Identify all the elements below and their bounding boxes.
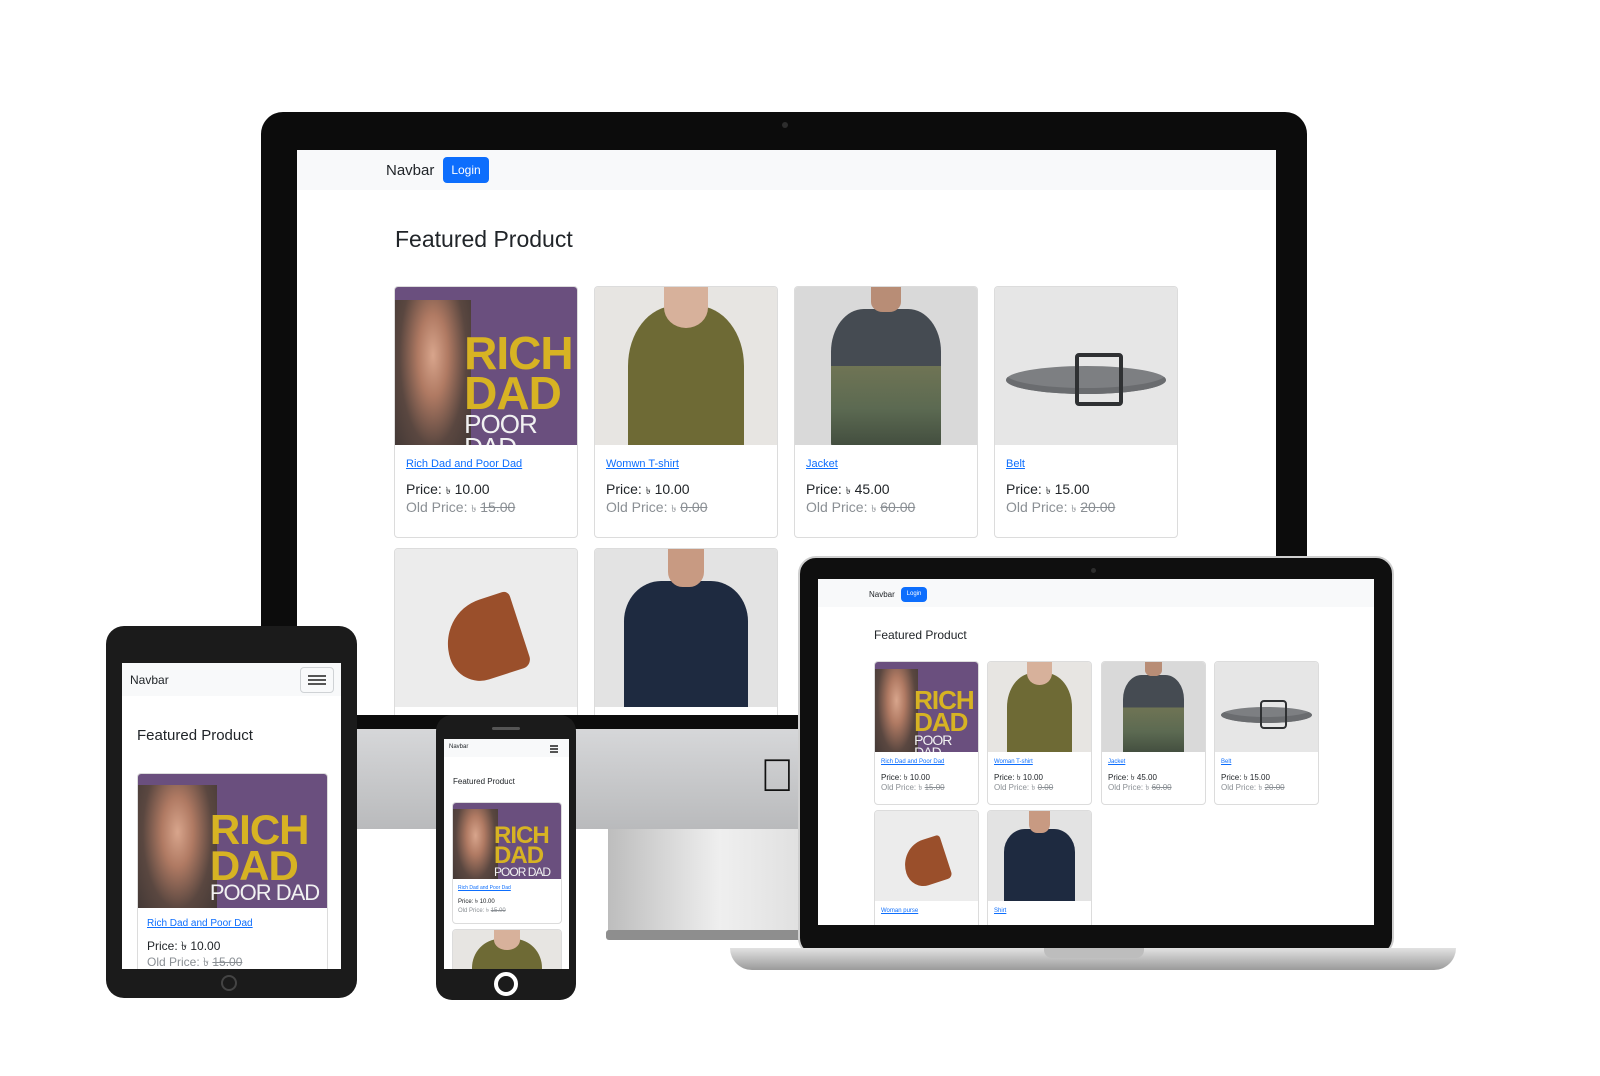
menu-toggle-icon[interactable] <box>300 667 334 693</box>
navbar-brand[interactable]: Navbar <box>386 162 434 179</box>
menu-toggle-icon[interactable] <box>547 743 561 753</box>
product-old-price: Old Price: ৳ 0.00 <box>606 499 708 515</box>
product-old-price: Old Price: ৳ 15.00 <box>881 783 945 792</box>
navbar: Navbar Login <box>818 579 1374 607</box>
product-title-link[interactable]: Shirt <box>994 908 1006 914</box>
product-image[interactable] <box>595 549 777 707</box>
page-title: Featured Product <box>874 628 967 642</box>
apple-logo-icon:  <box>760 748 795 802</box>
page-title: Featured Product <box>453 777 515 786</box>
product-card <box>394 548 578 715</box>
navbar-brand[interactable]: Navbar <box>449 744 468 750</box>
login-button[interactable]: Login <box>443 157 489 183</box>
product-old-price: Old Price: ৳ 60.00 <box>806 499 916 515</box>
product-image[interactable] <box>595 287 777 445</box>
product-title-link[interactable]: Woman purse <box>881 908 918 914</box>
tablet-home-button[interactable] <box>221 975 237 991</box>
product-title-link[interactable]: Belt <box>1221 759 1231 765</box>
product-old-price: Old Price: ৳ 20.00 <box>1006 499 1116 515</box>
phone-home-button[interactable] <box>494 972 518 996</box>
product-title-link[interactable]: Rich Dad and Poor Dad <box>406 458 522 470</box>
product-title-link[interactable]: Jacket <box>806 458 838 470</box>
product-image[interactable]: RICH DAD POOR DAD <box>875 662 978 752</box>
product-title-link[interactable]: Belt <box>1006 458 1025 470</box>
product-title-link[interactable]: Rich Dad and Poor Dad <box>881 759 944 765</box>
product-card <box>594 548 778 715</box>
navbar: Navbar <box>444 739 569 757</box>
product-image[interactable]: RICH DAD POOR DAD <box>453 803 561 879</box>
product-card: Jacket Price: ৳ 45.00 Old Price: ৳ 60.00 <box>794 286 978 538</box>
product-image[interactable] <box>795 287 977 445</box>
product-price: Price: ৳ 10.00 <box>406 481 490 497</box>
imac-camera-icon <box>782 122 788 128</box>
product-title-link[interactable]: Rich Dad and Poor Dad <box>458 885 511 891</box>
product-image[interactable] <box>453 930 561 969</box>
product-image[interactable] <box>988 662 1091 752</box>
product-title-link[interactable]: Womwn T-shirt <box>606 458 679 470</box>
login-button[interactable]: Login <box>901 587 927 602</box>
product-old-price: Old Price: ৳ 15.00 <box>458 908 506 914</box>
product-price: Price: ৳ 10.00 <box>606 481 690 497</box>
product-card: Womwn T-shirt Price: ৳ 10.00 Old Price: … <box>594 286 778 538</box>
page-title: Featured Product <box>395 226 573 252</box>
product-old-price: Old Price: ৳ 0.00 <box>994 783 1054 792</box>
product-card: Woman T-shirt Price: ৳ 10.00 Old Price: … <box>987 661 1092 805</box>
book-cover-title: RICHDAD POOR DAD <box>464 327 573 445</box>
product-image[interactable] <box>988 811 1091 901</box>
product-card: RICH DAD POOR DAD Rich Dad and Poor Dad Pr… <box>452 802 562 924</box>
product-image[interactable] <box>395 549 577 707</box>
product-price: Price: ৳ 45.00 <box>806 481 890 497</box>
product-card: RICH DAD POOR DAD Rich Dad and Poor Dad Pr… <box>137 773 328 969</box>
page-title: Featured Product <box>137 727 253 744</box>
product-card <box>452 929 562 969</box>
product-old-price: Old Price: ৳ 15.00 <box>147 955 243 969</box>
product-old-price: Old Price: ৳ 15.00 <box>406 499 516 515</box>
product-card: Shirt <box>987 810 1092 925</box>
product-image[interactable]: RICHDAD POOR DAD <box>395 287 577 445</box>
product-card: Belt Price: ৳ 15.00 Old Price: ৳ 20.00 <box>1214 661 1319 805</box>
navbar: Navbar Login <box>297 150 1276 190</box>
product-card: Jacket Price: ৳ 45.00 Old Price: ৳ 60.00 <box>1101 661 1206 805</box>
product-card: Woman purse <box>874 810 979 925</box>
laptop-screen: Navbar Login Featured Product RICH DAD POO… <box>818 579 1374 925</box>
product-old-price: Old Price: ৳ 20.00 <box>1221 783 1285 792</box>
navbar-brand[interactable]: Navbar <box>130 673 169 687</box>
product-card: RICHDAD POOR DAD Rich Dad and Poor Dad P… <box>394 286 578 538</box>
product-price: Price: ৳ 15.00 <box>1006 481 1090 497</box>
product-image[interactable] <box>875 811 978 901</box>
product-card: Belt Price: ৳ 15.00 Old Price: ৳ 20.00 <box>994 286 1178 538</box>
product-title-link[interactable]: Rich Dad and Poor Dad <box>147 918 253 929</box>
navbar: Navbar <box>122 663 341 696</box>
phone-screen: Navbar Featured Product RICH DAD POOR DAD … <box>444 739 569 969</box>
laptop-camera-icon <box>1091 568 1096 573</box>
laptop-notch <box>1044 948 1144 958</box>
book-author-photo <box>395 299 472 445</box>
tablet-screen: Navbar Featured Product RICH DAD POOR DAD … <box>122 663 341 969</box>
product-image[interactable] <box>1102 662 1205 752</box>
product-title-link[interactable]: Jacket <box>1108 759 1125 765</box>
product-image[interactable]: RICH DAD POOR DAD <box>138 774 327 908</box>
navbar-brand[interactable]: Navbar <box>869 590 895 599</box>
product-title-link[interactable]: Woman T-shirt <box>994 759 1033 765</box>
product-card: RICH DAD POOR DAD Rich Dad and Poor Dad Pr… <box>874 661 979 805</box>
product-old-price: Old Price: ৳ 60.00 <box>1108 783 1172 792</box>
product-image[interactable] <box>995 287 1177 445</box>
phone-speaker <box>492 727 520 730</box>
product-image[interactable] <box>1215 662 1318 752</box>
